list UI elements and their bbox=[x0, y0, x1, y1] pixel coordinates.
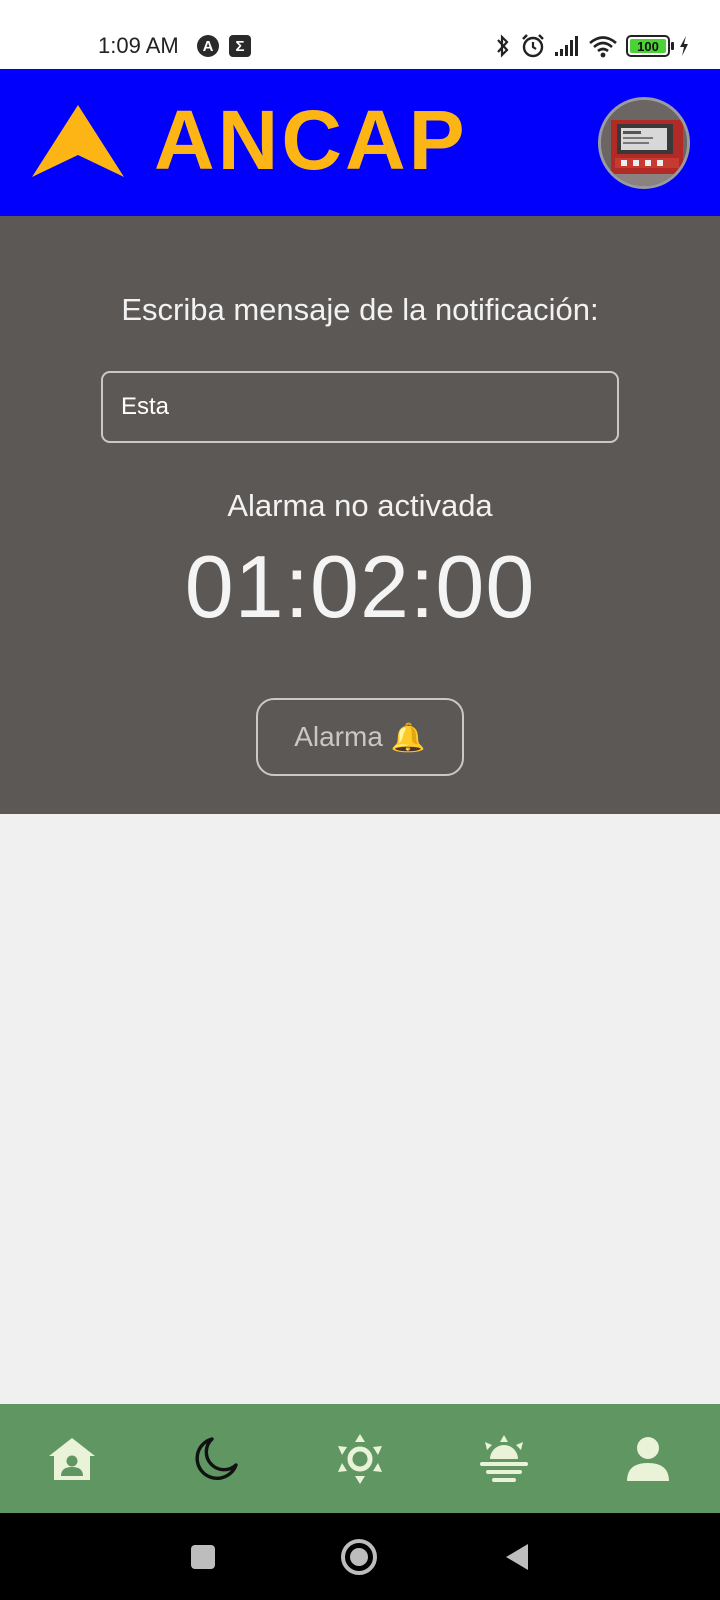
charging-icon bbox=[680, 36, 688, 56]
user-avatar[interactable] bbox=[598, 97, 690, 189]
nav-profile[interactable] bbox=[620, 1431, 676, 1487]
recents-icon bbox=[191, 1545, 215, 1569]
back-button[interactable] bbox=[494, 1534, 540, 1580]
home-icon bbox=[341, 1539, 377, 1575]
notification-message-input[interactable] bbox=[101, 371, 619, 443]
sunrise-icon bbox=[480, 1435, 528, 1482]
back-icon bbox=[506, 1544, 528, 1570]
nav-night[interactable] bbox=[188, 1431, 244, 1487]
nav-sunrise[interactable] bbox=[476, 1431, 532, 1487]
bluetooth-icon bbox=[497, 34, 509, 58]
status-bar: 1:09 AM A Σ 100 bbox=[0, 0, 720, 69]
bell-icon: 🔔 bbox=[390, 721, 426, 753]
app-logo-text: ANCAP bbox=[154, 93, 468, 187]
alarm-time-display: 01:02:00 bbox=[184, 537, 536, 636]
home-user-icon bbox=[49, 1438, 95, 1480]
nav-home[interactable] bbox=[44, 1431, 100, 1487]
home-button[interactable] bbox=[336, 1534, 382, 1580]
sun-icon bbox=[338, 1434, 382, 1484]
bottom-nav bbox=[0, 1404, 720, 1513]
app-header: ANCAP bbox=[0, 69, 720, 216]
screen: 1:09 AM A Σ 100 ANCAP Escriba mensaje de… bbox=[0, 0, 720, 1600]
alarm-button-label: Alarma bbox=[294, 721, 383, 752]
app-notification-icon: A bbox=[197, 35, 219, 57]
nav-day[interactable] bbox=[332, 1431, 388, 1487]
alarm-status-text: Alarma no activada bbox=[227, 488, 493, 523]
moon-icon bbox=[195, 1437, 238, 1481]
alarm-panel: Escriba mensaje de la notificación: Alar… bbox=[0, 216, 720, 814]
status-time: 1:09 AM bbox=[98, 33, 179, 58]
ancap-logo-arrow-icon bbox=[32, 105, 124, 177]
signal-icon bbox=[555, 36, 578, 56]
sigma-notification-icon: Σ bbox=[229, 35, 251, 57]
system-nav-bar bbox=[0, 1513, 720, 1600]
recents-button[interactable] bbox=[180, 1534, 226, 1580]
status-icons: 100 bbox=[494, 31, 690, 61]
notification-prompt-label: Escriba mensaje de la notificación: bbox=[121, 292, 599, 327]
wifi-icon bbox=[589, 36, 617, 58]
battery-level: 100 bbox=[637, 38, 659, 54]
alarm-button[interactable]: Alarma 🔔 bbox=[256, 698, 464, 776]
alarm-clock-icon bbox=[522, 34, 544, 58]
person-icon bbox=[627, 1437, 669, 1481]
battery-icon: 100 bbox=[626, 35, 674, 57]
avatar-photo bbox=[601, 100, 687, 186]
